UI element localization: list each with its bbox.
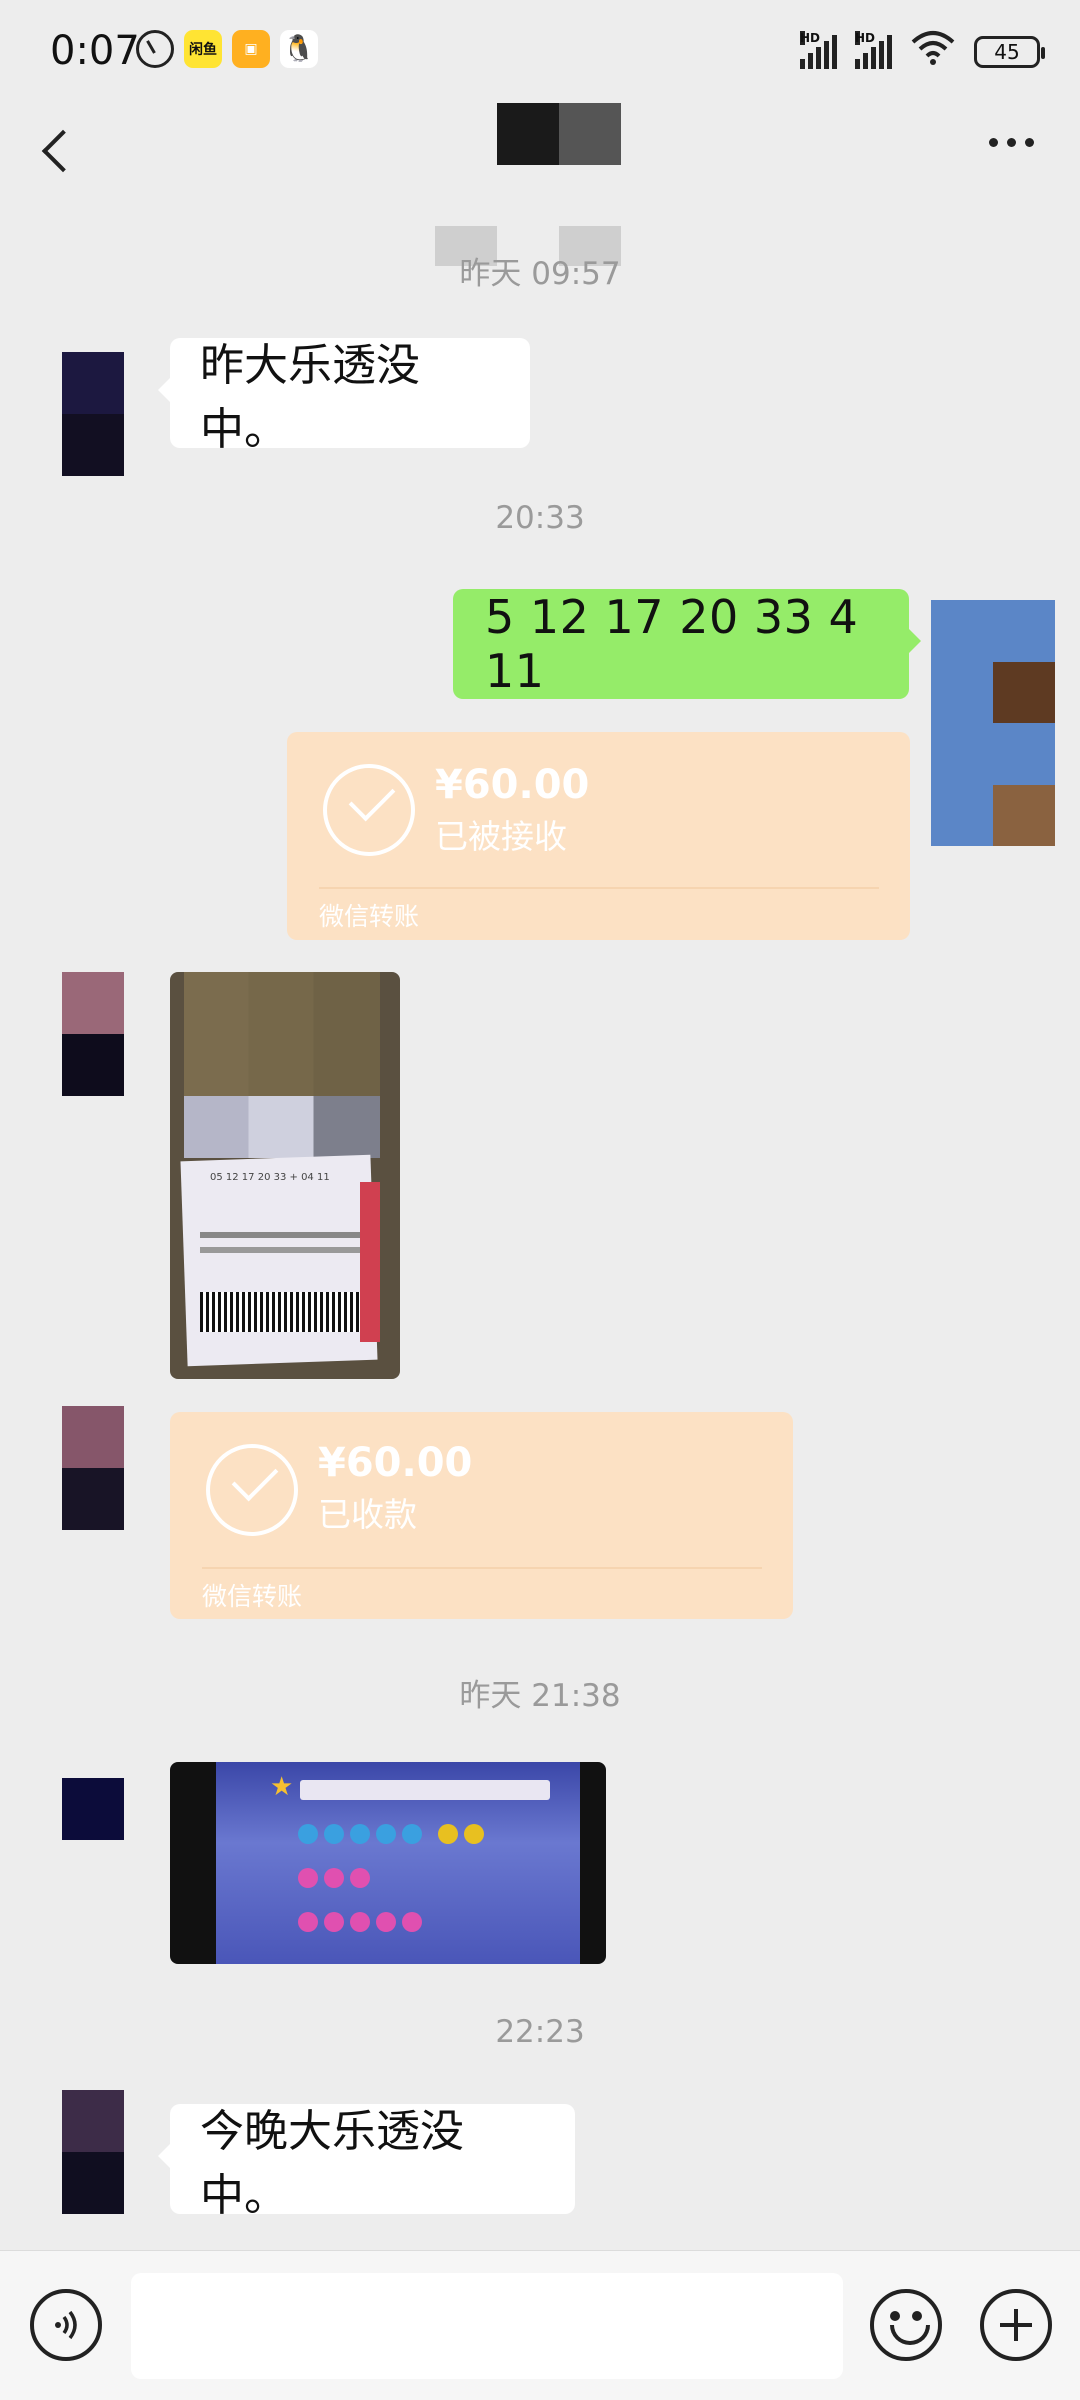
signal-icon-1: HD — [800, 30, 837, 69]
transfer-label: 微信转账 — [202, 1582, 303, 1611]
wifi-icon — [910, 30, 956, 73]
chat-header — [0, 100, 1080, 200]
avatar[interactable] — [62, 1778, 124, 1840]
status-notification-icons: 闲鱼 ▣ 🐧 — [136, 30, 318, 68]
timestamp: 20:33 — [495, 500, 585, 536]
status-bar: 0:07 闲鱼 ▣ 🐧 HD HD 45 — [0, 0, 1080, 100]
timestamp: 昨天 21:38 — [459, 1678, 621, 1714]
battery-icon: 45 — [974, 35, 1045, 68]
xianyu-app-icon: 闲鱼 — [184, 30, 222, 68]
input-bar — [0, 2250, 1080, 2400]
alarm-icon — [136, 30, 174, 68]
lottery-ticket-image[interactable]: 05 12 17 20 33 + 04 11 — [170, 972, 400, 1379]
transfer-amount: ¥60.00 — [318, 1440, 473, 1486]
message-bubble-outgoing[interactable]: 5 12 17 20 33 4 11 — [453, 589, 921, 699]
qq-app-icon: 🐧 — [280, 30, 318, 68]
timestamp: 昨天 09:57 — [459, 256, 621, 292]
voice-input-button[interactable] — [30, 2289, 102, 2361]
more-options-button[interactable] — [989, 138, 1034, 147]
avatar[interactable] — [62, 1406, 124, 1530]
message-bubble-incoming[interactable]: 昨大乐透没中。 — [158, 338, 530, 455]
avatar[interactable] — [62, 972, 124, 1096]
message-bubble-incoming[interactable]: 今晚大乐透没中。 — [158, 2104, 575, 2221]
lottery-results-image[interactable]: ★ — [170, 1762, 606, 1964]
more-actions-button[interactable] — [980, 2289, 1052, 2361]
status-time: 0:07 — [50, 28, 140, 74]
transfer-status: 已被接收 — [435, 817, 567, 856]
transfer-card-outgoing[interactable]: ¥60.00 已被接收 微信转账 — [287, 732, 910, 940]
avatar[interactable] — [62, 352, 124, 476]
back-button[interactable] — [36, 122, 84, 178]
transfer-status: 已收款 — [318, 1495, 417, 1534]
message-input[interactable] — [131, 2273, 843, 2379]
status-system-icons: HD HD 45 — [800, 30, 1045, 73]
my-avatar[interactable] — [931, 600, 1055, 846]
check-circle-icon — [206, 1444, 298, 1536]
check-circle-icon — [323, 764, 415, 856]
timestamp: 22:23 — [495, 2014, 585, 2050]
transfer-label: 微信转账 — [319, 902, 420, 931]
avatar[interactable] — [62, 2090, 124, 2214]
divider — [319, 887, 879, 889]
emoji-button[interactable] — [870, 2289, 942, 2361]
transfer-amount: ¥60.00 — [435, 762, 590, 808]
signal-icon-2: HD — [855, 30, 892, 69]
divider — [202, 1567, 762, 1569]
notes-app-icon: ▣ — [232, 30, 270, 68]
transfer-card-incoming[interactable]: ¥60.00 已收款 微信转账 — [170, 1412, 793, 1619]
chat-title-redacted — [497, 103, 621, 165]
